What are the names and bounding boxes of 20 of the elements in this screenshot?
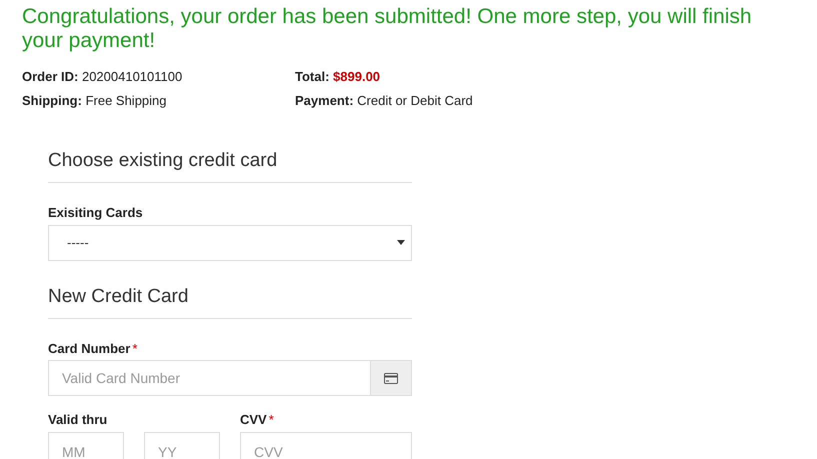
summary-text: Order ID: 20200410101100: [22, 68, 184, 85]
section-title: Choose existing credit card: [48, 149, 278, 173]
summary-text: Shipping: Free Shipping: [22, 92, 168, 109]
year-field[interactable]: YY: [144, 432, 220, 459]
caret-icon: [397, 240, 405, 245]
section-title: New Credit Card: [48, 284, 190, 308]
field-label: Valid thru: [48, 411, 108, 429]
credit-card-icon: [384, 372, 398, 384]
confirmation-heading: Congratulations, your order has been submitted! One more step, you will finish your payment!: [22, 5, 753, 53]
month-field[interactable]: MM: [48, 432, 124, 459]
card-select[interactable]: -----: [48, 224, 412, 260]
field-label: Card Number: [48, 340, 130, 358]
cvv-field[interactable]: CVV: [240, 432, 412, 459]
summary-text: Payment: Credit or Debit Card: [295, 92, 474, 109]
required-mark: *: [132, 340, 138, 358]
field-label: Exisiting Cards: [48, 204, 143, 222]
field-label: CVV: [240, 411, 267, 429]
card-number-field[interactable]: Valid Card Number: [48, 360, 371, 396]
summary-text: Total: $899.00: [295, 68, 382, 85]
required-mark: *: [268, 411, 274, 429]
